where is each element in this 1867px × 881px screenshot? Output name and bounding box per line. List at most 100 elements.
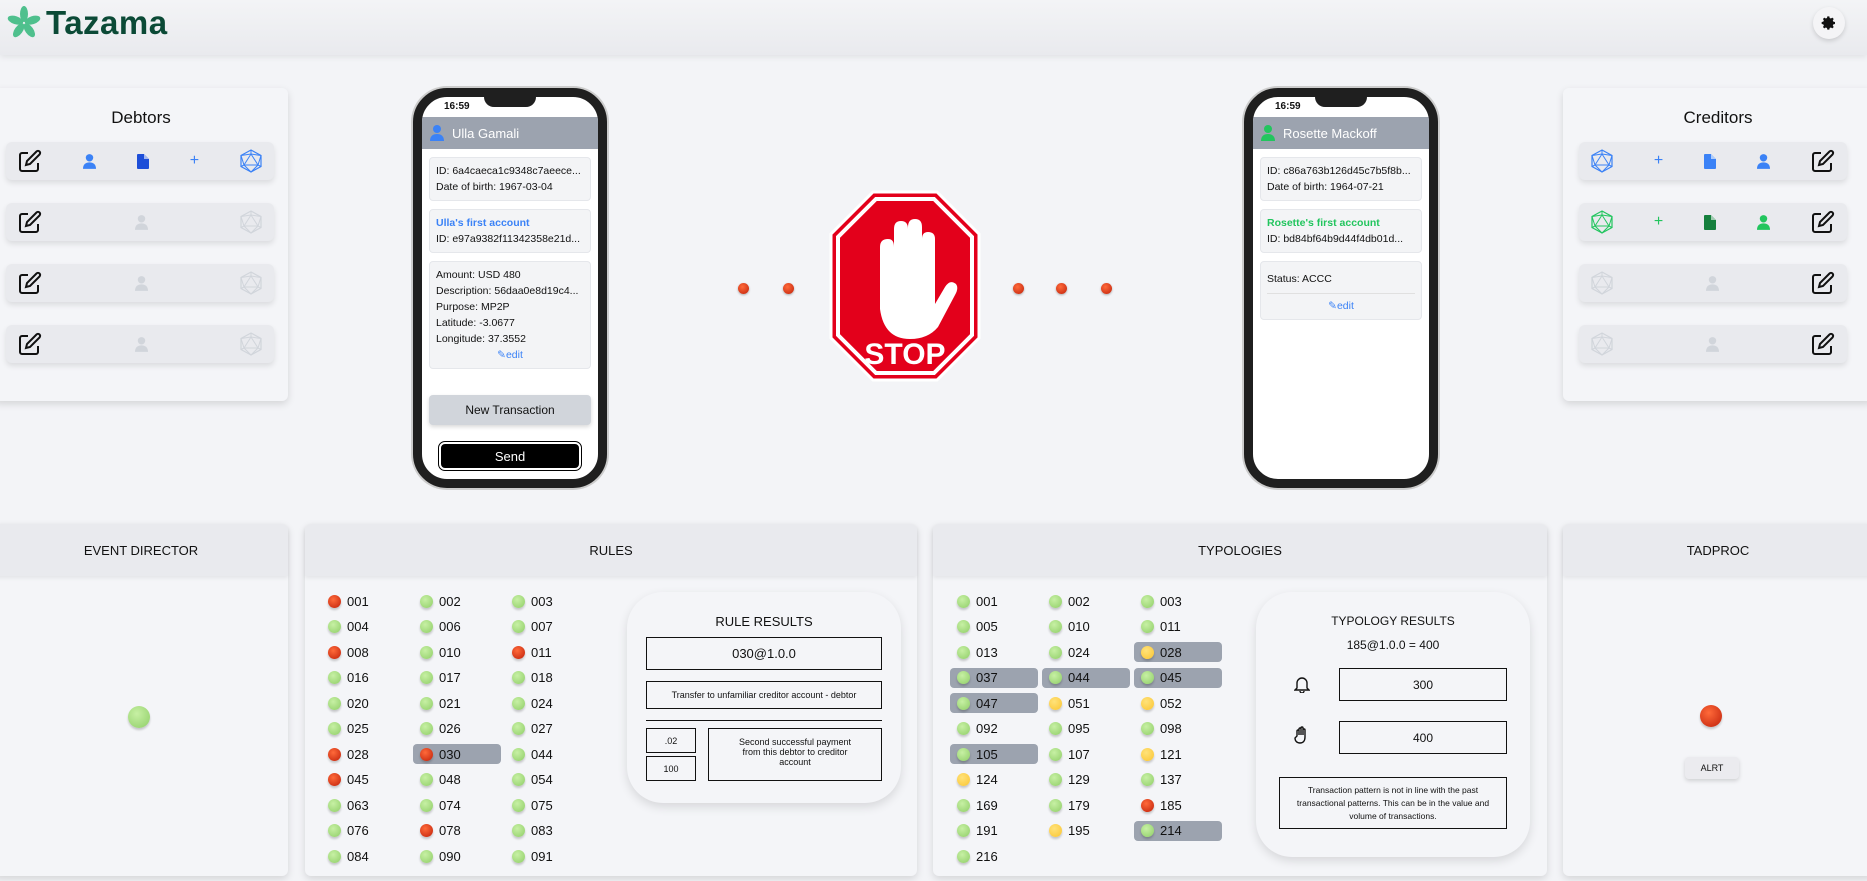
status-item[interactable]: 026 bbox=[413, 719, 501, 739]
file-icon bbox=[1704, 214, 1717, 230]
status-item[interactable]: 185 bbox=[1134, 795, 1222, 815]
creditor-row[interactable]: + bbox=[1579, 203, 1847, 241]
status-light bbox=[1049, 620, 1062, 633]
status-item[interactable]: 024 bbox=[505, 693, 593, 713]
status-item[interactable]: 169 bbox=[950, 795, 1038, 815]
status-item[interactable]: 001 bbox=[321, 591, 409, 611]
status-item[interactable]: 063 bbox=[321, 795, 409, 815]
status-item[interactable]: 121 bbox=[1134, 744, 1222, 764]
status-light bbox=[1049, 747, 1062, 761]
status-item[interactable]: 051 bbox=[1042, 693, 1130, 713]
debtor-row[interactable]: + bbox=[6, 142, 274, 180]
item-id: 010 bbox=[1068, 619, 1090, 634]
status-item[interactable]: 018 bbox=[505, 668, 593, 688]
status-item[interactable]: 013 bbox=[950, 642, 1038, 662]
status-item[interactable]: 020 bbox=[321, 693, 409, 713]
status-item[interactable]: 129 bbox=[1042, 770, 1130, 790]
creditor-row[interactable] bbox=[1579, 264, 1847, 302]
send-button[interactable]: Send bbox=[438, 441, 582, 471]
debtor-row[interactable] bbox=[6, 203, 274, 241]
debtor-row[interactable] bbox=[6, 264, 274, 302]
alrt-button[interactable]: ALRT bbox=[1685, 757, 1739, 779]
status-item[interactable]: 011 bbox=[505, 642, 593, 662]
status-item[interactable]: 017 bbox=[413, 668, 501, 688]
status-light bbox=[512, 722, 525, 735]
status-item[interactable]: 007 bbox=[505, 617, 593, 637]
status-light bbox=[512, 798, 525, 812]
status-item[interactable]: 195 bbox=[1042, 821, 1130, 841]
alert-threshold-box: 300 bbox=[1339, 668, 1507, 701]
status-item[interactable]: 214 bbox=[1134, 820, 1222, 841]
status-item[interactable]: 095 bbox=[1042, 719, 1130, 739]
status-light bbox=[328, 747, 341, 761]
status-item[interactable]: 048 bbox=[413, 770, 501, 790]
status-light bbox=[512, 620, 525, 633]
status-item[interactable]: 074 bbox=[413, 795, 501, 815]
status-light bbox=[328, 620, 341, 633]
logo[interactable]: Tazama bbox=[6, 4, 168, 42]
item-id: 083 bbox=[531, 823, 553, 838]
status-light bbox=[1049, 696, 1062, 710]
status-light bbox=[420, 645, 433, 659]
status-item[interactable]: 011 bbox=[1134, 617, 1222, 637]
status-item[interactable]: 179 bbox=[1042, 795, 1130, 815]
status-item[interactable]: 091 bbox=[505, 846, 593, 866]
creditor-account-card[interactable]: Rosette's first account ID: bd84bf64b9d4… bbox=[1260, 209, 1422, 253]
status-item[interactable]: 010 bbox=[413, 642, 501, 662]
status-item[interactable]: 044 bbox=[505, 744, 593, 764]
status-item[interactable]: 001 bbox=[950, 591, 1038, 611]
debtor-row[interactable] bbox=[6, 325, 274, 363]
status-item[interactable]: 028 bbox=[321, 744, 409, 764]
edit-transaction-link[interactable]: ✎edit bbox=[436, 347, 584, 363]
status-item[interactable]: 054 bbox=[505, 770, 593, 790]
status-item[interactable]: 124 bbox=[950, 770, 1038, 790]
status-item[interactable]: 021 bbox=[413, 693, 501, 713]
status-item[interactable]: 107 bbox=[1042, 744, 1130, 764]
creditor-row[interactable] bbox=[1579, 325, 1847, 363]
status-item[interactable]: 030 bbox=[413, 744, 501, 764]
status-light bbox=[328, 671, 341, 684]
new-transaction-button[interactable]: New Transaction bbox=[429, 395, 591, 425]
status-item[interactable]: 137 bbox=[1134, 770, 1222, 790]
status-item[interactable]: 090 bbox=[413, 846, 501, 866]
status-item[interactable]: 052 bbox=[1134, 693, 1222, 713]
status-item[interactable]: 024 bbox=[1042, 642, 1130, 662]
status-item[interactable]: 016 bbox=[321, 668, 409, 688]
status-item[interactable]: 045 bbox=[1134, 667, 1222, 688]
debtor-name: Ulla Gamali bbox=[452, 125, 520, 141]
status-item[interactable]: 005 bbox=[950, 617, 1038, 637]
status-item[interactable]: 002 bbox=[413, 591, 501, 611]
status-item[interactable]: 025 bbox=[321, 719, 409, 739]
status-item[interactable]: 045 bbox=[321, 770, 409, 790]
status-item[interactable]: 092 bbox=[950, 719, 1038, 739]
status-item[interactable]: 105 bbox=[950, 744, 1038, 764]
status-item[interactable]: 006 bbox=[413, 617, 501, 637]
status-item[interactable]: 027 bbox=[505, 719, 593, 739]
status-item[interactable]: 083 bbox=[505, 821, 593, 841]
status-item[interactable]: 004 bbox=[321, 617, 409, 637]
status-item[interactable]: 003 bbox=[1134, 591, 1222, 611]
status-item[interactable]: 084 bbox=[321, 846, 409, 866]
status-item[interactable]: 076 bbox=[321, 821, 409, 841]
status-item[interactable]: 037 bbox=[950, 667, 1038, 688]
status-item[interactable]: 008 bbox=[321, 642, 409, 662]
status-item[interactable]: 003 bbox=[505, 591, 593, 611]
debtor-account-card[interactable]: Ulla's first account ID: e97a9382f113423… bbox=[429, 209, 591, 253]
status-item[interactable]: 078 bbox=[413, 821, 501, 841]
creditor-row[interactable]: + bbox=[1579, 142, 1847, 180]
sub-rule-box: .02 bbox=[646, 728, 696, 753]
status-item[interactable]: 010 bbox=[1042, 617, 1130, 637]
status-item[interactable]: 191 bbox=[950, 821, 1038, 841]
status-item[interactable]: 098 bbox=[1134, 719, 1222, 739]
status-item[interactable]: 216 bbox=[950, 846, 1038, 866]
status-item[interactable]: 047 bbox=[950, 693, 1038, 713]
status-item[interactable]: 044 bbox=[1042, 667, 1130, 688]
item-id: 028 bbox=[1160, 644, 1182, 660]
status-item[interactable]: 028 bbox=[1134, 642, 1222, 662]
status-item[interactable]: 002 bbox=[1042, 591, 1130, 611]
item-id: 185 bbox=[1160, 797, 1182, 813]
status-item[interactable]: 075 bbox=[505, 795, 593, 815]
hand-icon bbox=[1294, 726, 1306, 744]
settings-button[interactable] bbox=[1813, 7, 1845, 39]
edit-status-link[interactable]: ✎edit bbox=[1267, 294, 1415, 314]
